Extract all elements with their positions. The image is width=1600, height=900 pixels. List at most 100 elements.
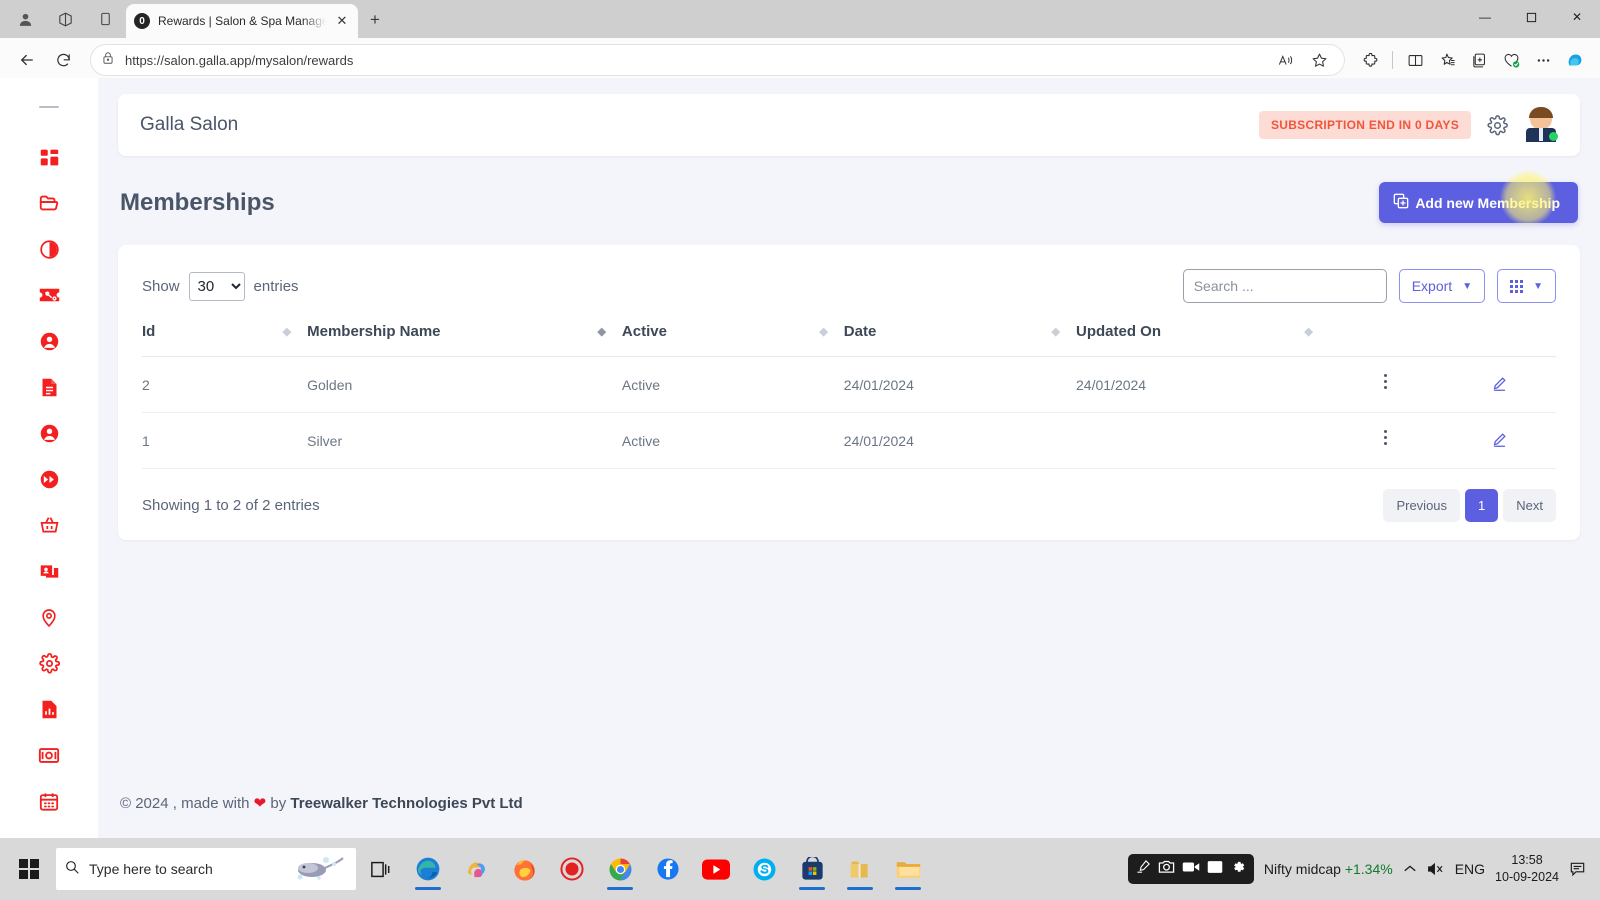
taskbar-app-file-explorer[interactable]: [884, 846, 932, 892]
sidebar-item-contrast[interactable]: [26, 226, 72, 272]
browser-essentials-icon[interactable]: [1496, 46, 1526, 74]
taskbar-app-store[interactable]: [788, 846, 836, 892]
export-button[interactable]: Export ▼: [1398, 269, 1486, 303]
sidebar-item-invoice[interactable]: [26, 364, 72, 410]
sidebar-item-folder[interactable]: [26, 180, 72, 226]
taskbar-app-edge[interactable]: [404, 846, 452, 892]
table-row[interactable]: 1 Silver Active 24/01/2024: [142, 412, 1556, 469]
profile-icon[interactable]: [6, 2, 44, 36]
pagination-next[interactable]: Next: [1503, 489, 1556, 522]
more-options-icon[interactable]: [1384, 374, 1388, 392]
video-record-icon[interactable]: [1182, 860, 1200, 879]
cell-row-edit[interactable]: [1442, 412, 1556, 469]
column-visibility-button[interactable]: ▼: [1497, 269, 1556, 303]
column-header-id[interactable]: Id ◆: [142, 323, 308, 357]
add-new-membership-button[interactable]: Add new Membership: [1379, 170, 1578, 226]
taskbar-app-chrome[interactable]: [596, 846, 644, 892]
sort-icon[interactable]: ◆: [597, 326, 621, 337]
taskbar-app-copilot[interactable]: [452, 846, 500, 892]
edit-pencil-icon[interactable]: [1491, 375, 1508, 392]
user-avatar[interactable]: [1524, 107, 1558, 142]
show-entries-control: Show 10253050100 entries: [142, 271, 299, 301]
search-input[interactable]: [1182, 269, 1387, 303]
language-indicator[interactable]: ENG: [1455, 861, 1485, 877]
table-row[interactable]: 2 Golden Active 24/01/2024 24/01/2024: [142, 356, 1556, 413]
entries-select[interactable]: 10253050100: [188, 271, 245, 301]
column-header-active[interactable]: Active ◆: [621, 323, 844, 357]
copilot-icon[interactable]: [1560, 46, 1590, 74]
settings-gear-icon[interactable]: [1487, 114, 1508, 136]
notifications-icon[interactable]: [1569, 861, 1586, 878]
volume-muted-icon[interactable]: [1427, 862, 1445, 876]
clock[interactable]: 13:58 10-09-2024: [1495, 852, 1559, 886]
sidebar-item-appointments[interactable]: [26, 778, 72, 824]
sort-icon[interactable]: ◆: [819, 326, 843, 337]
footer-company[interactable]: Treewalker Technologies Pvt Ltd: [290, 795, 522, 812]
edit-pencil-icon[interactable]: [1491, 431, 1508, 448]
taskbar-app-youtube[interactable]: [692, 846, 740, 892]
taskbar-app-facebook[interactable]: [644, 846, 692, 892]
column-header-date[interactable]: Date ◆: [843, 323, 1077, 357]
back-icon[interactable]: [10, 44, 44, 76]
add-new-membership-label: Add new Membership: [1415, 194, 1560, 211]
camera-icon[interactable]: [1158, 859, 1175, 879]
collections-icon[interactable]: [1464, 46, 1494, 74]
workspaces-icon[interactable]: [46, 2, 84, 36]
screenshot-annotate-icon[interactable]: [1136, 859, 1151, 879]
sort-icon[interactable]: ◆: [1052, 326, 1076, 337]
recorder-settings-gear-icon[interactable]: [1230, 859, 1246, 880]
pagination-page-1[interactable]: 1: [1465, 489, 1499, 522]
favorite-star-icon[interactable]: [1304, 46, 1334, 74]
column-header-updated-on[interactable]: Updated On ◆: [1076, 323, 1329, 357]
split-screen-icon[interactable]: [1400, 46, 1430, 74]
sidebar-item-dashboard[interactable]: [26, 134, 72, 180]
reload-icon[interactable]: [46, 44, 80, 76]
screen-area-icon[interactable]: [1207, 860, 1223, 879]
sort-icon[interactable]: ◆: [1304, 326, 1328, 337]
pagination-previous[interactable]: Previous: [1383, 489, 1461, 522]
taskbar-app-folder-yellow[interactable]: [836, 846, 884, 892]
stock-ticker[interactable]: Nifty midcap +1.34%: [1264, 861, 1393, 877]
cell-row-edit[interactable]: [1442, 356, 1556, 413]
show-hidden-icons-chevron-up-icon[interactable]: [1403, 864, 1417, 874]
tab-actions-icon[interactable]: [86, 2, 124, 36]
browser-tab[interactable]: 0 Rewards | Salon & Spa Managem ✕: [126, 4, 358, 38]
sidebar-item-payments[interactable]: [26, 732, 72, 778]
taskbar-app-recorder[interactable]: [548, 846, 596, 892]
extensions-icon[interactable]: [1355, 46, 1385, 74]
browser-menu-icon[interactable]: [1528, 46, 1558, 74]
maximize-button[interactable]: [1508, 0, 1554, 34]
taskbar-search[interactable]: Type here to search: [56, 848, 356, 890]
sidebar-item-discount[interactable]: [26, 272, 72, 318]
sidebar-item-settings[interactable]: [26, 640, 72, 686]
taskbar-app-skype[interactable]: [740, 846, 788, 892]
favorites-list-icon[interactable]: [1432, 46, 1462, 74]
more-options-icon[interactable]: [1384, 430, 1388, 448]
sidebar-item-location[interactable]: [26, 594, 72, 640]
read-aloud-icon[interactable]: [1270, 46, 1300, 74]
address-bar[interactable]: https://salon.galla.app/mysalon/rewards: [90, 44, 1345, 76]
close-window-button[interactable]: ✕: [1554, 0, 1600, 34]
sidebar-item-customer[interactable]: [26, 318, 72, 364]
sidebar-item-membership[interactable]: [26, 548, 72, 594]
sort-icon[interactable]: ◆: [283, 326, 307, 337]
cell-row-menu[interactable]: [1328, 412, 1443, 469]
screen-recorder-toolbar[interactable]: [1127, 854, 1254, 884]
start-button[interactable]: [6, 846, 52, 892]
column-header-membership-name[interactable]: Membership Name ◆: [307, 323, 622, 357]
taskbar-app-firefox[interactable]: [500, 846, 548, 892]
task-view-icon[interactable]: [356, 846, 404, 892]
cell-row-menu[interactable]: [1328, 356, 1443, 413]
sidebar-collapse-handle[interactable]: [39, 106, 59, 108]
new-tab-button[interactable]: +: [360, 5, 390, 35]
main-content: Galla Salon SUBSCRIPTION END IN 0 DAYS M…: [98, 78, 1600, 838]
sidebar-item-products[interactable]: [26, 502, 72, 548]
sidebar-item-reports[interactable]: [26, 686, 72, 732]
column-label-membership-name: Membership Name: [307, 323, 441, 340]
subscription-badge[interactable]: SUBSCRIPTION END IN 0 DAYS: [1258, 111, 1471, 139]
sidebar-item-staff[interactable]: [26, 410, 72, 456]
add-image-icon: [1393, 193, 1409, 212]
sidebar-item-forward[interactable]: [26, 456, 72, 502]
minimize-button[interactable]: —: [1462, 0, 1508, 34]
close-tab-icon[interactable]: ✕: [334, 13, 350, 29]
